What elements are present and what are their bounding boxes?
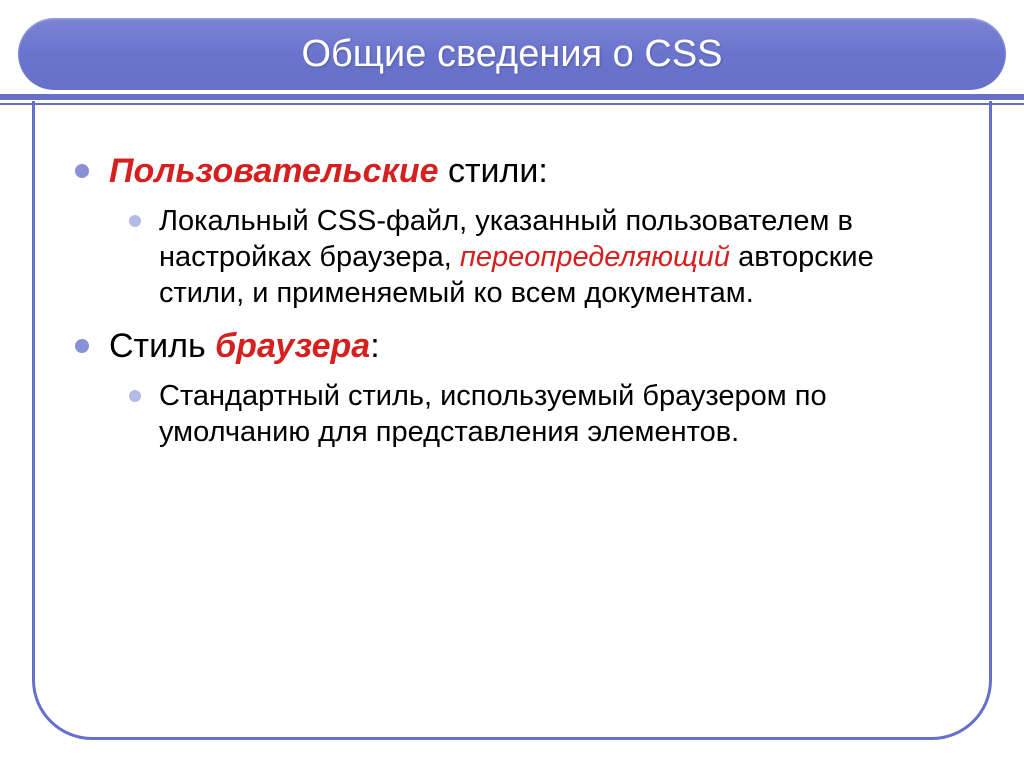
list-item: Стиль браузера:: [75, 325, 949, 368]
sub-list-item-text: Локальный CSS-файл, указанный пользовате…: [159, 203, 949, 312]
list-item-text: Стиль браузера:: [109, 325, 380, 368]
slide-title-bar: Общие сведения о CSS: [18, 18, 1006, 90]
bullet-icon: [75, 339, 89, 353]
sub-list-item-text: Стандартный стиль, используемый браузеро…: [159, 378, 949, 451]
list-item: Пользовательские стили:: [75, 150, 949, 193]
bullet-icon: [129, 215, 141, 227]
emphasis-text: Пользовательские: [109, 152, 439, 190]
text: :: [370, 327, 379, 365]
text: Стандартный стиль, используемый браузеро…: [159, 380, 827, 448]
slide-content: Пользовательские стили: Локальный CSS-фа…: [75, 150, 949, 464]
bullet-icon: [75, 164, 89, 178]
text: Стиль: [109, 327, 215, 365]
list-item-text: Пользовательские стили:: [109, 150, 548, 193]
emphasis-text: переопределяющий: [460, 241, 730, 273]
slide-title: Общие сведения о CSS: [301, 33, 722, 76]
text: стили:: [439, 152, 548, 190]
sub-list-item: Локальный CSS-файл, указанный пользовате…: [129, 203, 949, 312]
bullet-icon: [129, 390, 141, 402]
sub-list-item: Стандартный стиль, используемый браузеро…: [129, 378, 949, 451]
title-underline: [0, 94, 1024, 106]
emphasis-text: браузера: [215, 327, 370, 365]
